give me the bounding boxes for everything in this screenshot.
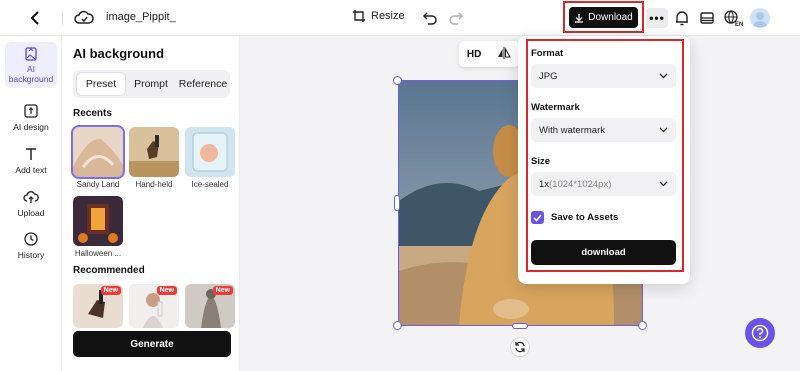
preset-thumb-sandy-land[interactable]	[71, 125, 125, 179]
image-toolbar: HD	[459, 41, 519, 67]
preset-thumb-ice-sealed[interactable]	[185, 127, 235, 177]
undo-icon[interactable]	[421, 9, 439, 27]
format-value: JPG	[539, 70, 558, 82]
resize-handle[interactable]	[393, 321, 402, 330]
format-label: Format	[531, 48, 564, 59]
chevron-down-icon	[659, 181, 668, 187]
bell-icon[interactable]	[673, 9, 691, 27]
size-detail: (1024*1024px)	[549, 178, 612, 190]
ai-background-panel: AI background Preset Prompt Reference Re…	[62, 36, 240, 371]
resize-button[interactable]: Resize	[352, 9, 405, 23]
rail-item-upload[interactable]: Upload	[5, 180, 57, 226]
upload-cloud-icon	[23, 190, 39, 203]
preset-thumb-hand-held[interactable]	[129, 127, 179, 177]
watermark-select[interactable]: With watermark	[531, 118, 676, 142]
recommended-thumb[interactable]: New	[185, 284, 235, 328]
mode-tabs: Preset Prompt Reference	[73, 70, 230, 98]
flip-icon[interactable]	[497, 46, 511, 63]
tab-reference[interactable]: Reference	[177, 73, 229, 95]
recommended-thumb[interactable]: New	[129, 284, 179, 328]
chevron-down-icon	[659, 127, 668, 133]
cloud-save-icon[interactable]	[74, 9, 94, 27]
watermark-label: Watermark	[531, 102, 580, 113]
help-icon	[751, 324, 769, 342]
rail-label: AI design	[13, 121, 49, 132]
language-icon[interactable]: EN	[723, 9, 743, 28]
save-to-assets-checkbox[interactable]	[531, 211, 544, 224]
file-name[interactable]: image_Pippit_20	[106, 11, 176, 23]
preset-caption: Hand-held	[135, 180, 173, 189]
preset-caption: Sandy Land	[76, 180, 120, 189]
rail-item-ai-design[interactable]: AI design	[5, 94, 57, 140]
recents-label: Recents	[73, 108, 112, 119]
download-button[interactable]: Download	[569, 7, 638, 28]
watermark-value: With watermark	[539, 124, 605, 136]
tab-preset[interactable]: Preset	[77, 73, 125, 95]
rail-label: Upload	[17, 207, 45, 218]
size-label: Size	[531, 156, 551, 167]
preset-thumb-halloween[interactable]	[73, 196, 123, 246]
text-icon	[26, 147, 36, 160]
preset-caption: Ice-sealed	[191, 180, 229, 189]
refresh-icon	[515, 341, 525, 353]
ai-background-icon	[25, 47, 37, 61]
new-badge: New	[156, 286, 177, 295]
save-to-assets-label: Save to Assets	[551, 212, 619, 223]
generate-button[interactable]: Generate	[73, 331, 231, 357]
hd-button[interactable]: HD	[467, 49, 481, 60]
side-resize-handle[interactable]	[394, 195, 400, 211]
inbox-icon[interactable]	[698, 9, 716, 27]
save-to-assets-option[interactable]: Save to Assets	[531, 211, 618, 224]
resize-icon	[353, 10, 365, 22]
panel-title: AI background	[73, 46, 165, 61]
rail-item-history[interactable]: History	[5, 222, 57, 268]
confirm-download-button[interactable]: download	[531, 240, 676, 265]
redo-icon[interactable]	[447, 9, 465, 27]
rail-item-add-text[interactable]: Add text	[5, 137, 57, 183]
recommended-label: Recommended	[73, 265, 145, 276]
left-rail: AI background AI design Add text Upload H…	[0, 36, 62, 371]
side-resize-handle[interactable]	[512, 323, 528, 329]
preset-caption: Halloween ...	[74, 249, 122, 258]
ai-design-icon	[24, 103, 38, 118]
download-icon	[575, 13, 584, 23]
divider	[62, 11, 63, 25]
format-select[interactable]: JPG	[531, 64, 676, 88]
check-icon	[533, 213, 542, 222]
top-bar: image_Pippit_20 Resize Download ••• EN	[0, 0, 800, 36]
download-label: Download	[588, 12, 633, 23]
more-options-button[interactable]: •••	[646, 8, 668, 28]
resize-label: Resize	[371, 10, 405, 22]
resize-handle[interactable]	[638, 321, 647, 330]
rail-label-line2: background	[8, 73, 54, 84]
chevron-down-icon	[659, 73, 668, 79]
svg-text:EN: EN	[735, 22, 743, 27]
help-button[interactable]	[745, 318, 775, 348]
avatar[interactable]	[750, 8, 770, 28]
clock-icon	[24, 231, 38, 246]
rail-label: History	[17, 249, 45, 260]
rail-item-ai-background[interactable]: AI background	[5, 42, 57, 88]
size-value: 1x	[539, 178, 550, 190]
tab-prompt[interactable]: Prompt	[127, 73, 175, 95]
rail-label-line1: AI	[26, 63, 35, 74]
recommended-thumb[interactable]: New	[73, 284, 123, 328]
back-icon[interactable]	[26, 8, 46, 28]
rail-label: Add text	[15, 164, 47, 175]
size-select[interactable]: 1x(1024*1024px)	[531, 172, 676, 196]
resize-handle[interactable]	[393, 76, 402, 85]
new-badge: New	[100, 286, 121, 295]
rotate-button[interactable]	[510, 337, 530, 357]
new-badge: New	[212, 286, 233, 295]
